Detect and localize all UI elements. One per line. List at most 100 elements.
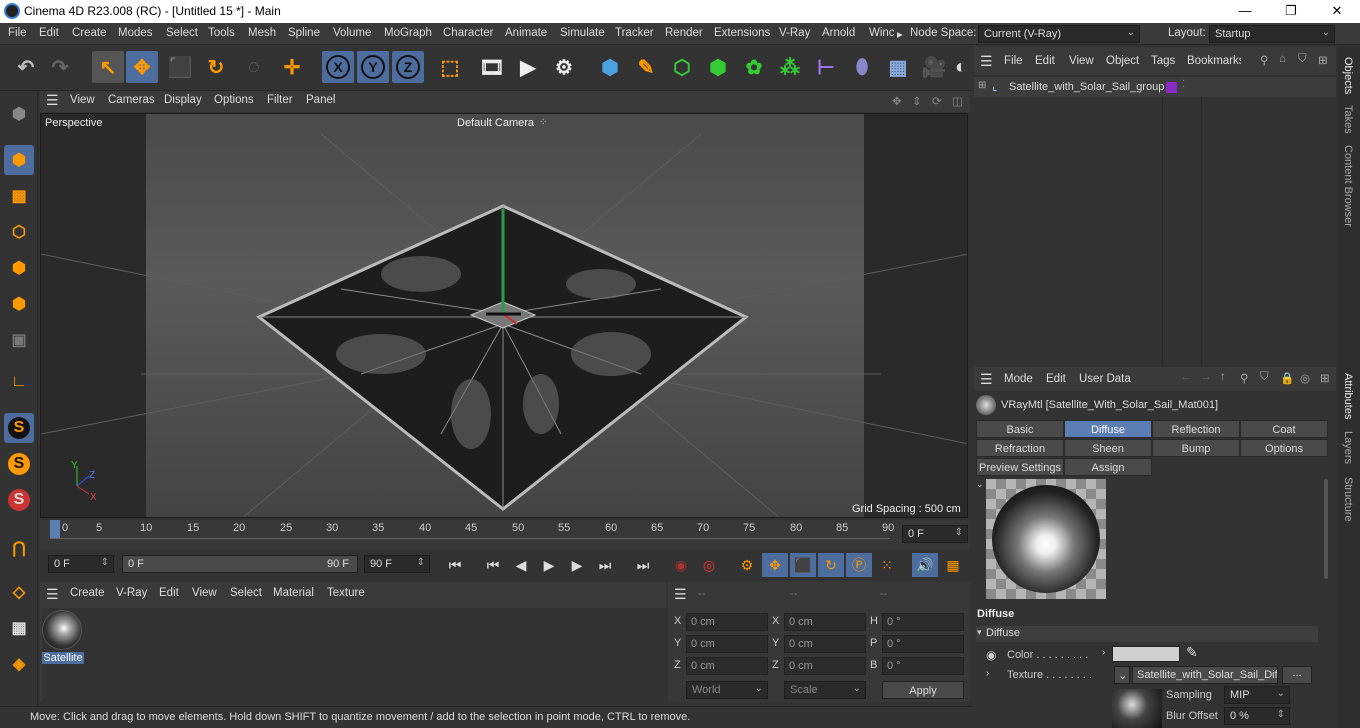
material-hamburger-icon[interactable]: ☰ (46, 586, 59, 603)
tab-objects[interactable]: Objects (1342, 57, 1354, 94)
objects-menu-object[interactable]: Object (1106, 55, 1139, 67)
back-arrow-icon[interactable]: ← (1180, 371, 1192, 383)
rotation-h-field[interactable]: 0 ° (882, 613, 964, 631)
record-keys-icon[interactable]: ◉ (668, 553, 694, 577)
menu-animate[interactable]: Animate (505, 27, 547, 39)
objects-hamburger-icon[interactable]: ☰ (980, 53, 993, 70)
tab-preview-settings[interactable]: Preview Settings (976, 458, 1064, 476)
next-key-icon[interactable]: ⏭ (592, 553, 618, 577)
light-icon[interactable]: ◐ (954, 51, 968, 83)
go-to-start-icon[interactable]: ⏮ (442, 553, 468, 577)
tab-options[interactable]: Options (1240, 439, 1328, 457)
viewport-maximize-icon[interactable]: ◫ (952, 94, 963, 108)
tab-bump[interactable]: Bump (1152, 439, 1240, 457)
transform-icon[interactable]: ✛ (276, 51, 308, 83)
menu-select[interactable]: Select (166, 27, 198, 39)
subsection-collapse-icon[interactable]: ▾ (977, 627, 982, 638)
viewport-pan-icon[interactable]: ✥ (892, 94, 902, 108)
objects-search-icon[interactable]: ⚲ (1260, 53, 1268, 67)
tab-structure[interactable]: Structure (1342, 477, 1354, 522)
objects-home-icon[interactable]: ⌂ (1279, 53, 1286, 65)
workplane-snap-icon[interactable]: S (4, 485, 34, 515)
record-pla-icon[interactable]: ⁙ (874, 553, 900, 577)
record-rotation-icon[interactable]: ↻ (818, 553, 844, 577)
menu-character[interactable]: Character (443, 27, 494, 39)
pen-spline-icon[interactable]: ✎ (630, 51, 662, 83)
current-frame-field[interactable]: 0 F ⇕ (902, 525, 968, 543)
previous-frame-icon[interactable]: ◀ (508, 553, 534, 577)
attributes-menu-mode[interactable]: Mode (1004, 373, 1033, 385)
blur-offset-field[interactable]: 0 % ⇕ (1224, 707, 1290, 725)
size-mode-dropdown[interactable]: Scale ⌄ (784, 681, 866, 699)
menu-create[interactable]: Create (72, 27, 107, 39)
viewport-menu-view[interactable]: View (70, 94, 95, 106)
y-axis-lock-icon[interactable]: Y (357, 51, 389, 83)
live-selection-icon[interactable]: ↖ (92, 51, 124, 83)
record-scale-icon[interactable]: ⬛ (790, 553, 816, 577)
material-menu-vray[interactable]: V-Ray (116, 587, 147, 599)
menu-tracker[interactable]: Tracker (615, 27, 654, 39)
viewport-menu-options[interactable]: Options (214, 94, 254, 106)
tab-refraction[interactable]: Refraction (976, 439, 1064, 457)
rotate-tool-icon[interactable]: ↻ (200, 51, 232, 83)
material-tag-icon[interactable] (1166, 82, 1177, 93)
tab-basic[interactable]: Basic (976, 420, 1064, 438)
color-expand-icon[interactable]: › (1102, 647, 1105, 658)
color-swatch[interactable] (1112, 646, 1180, 662)
scale-tool-icon[interactable]: ⬛ (164, 51, 196, 83)
size-z-field[interactable]: 0 cm (784, 657, 866, 675)
position-x-field[interactable]: 0 cm (686, 613, 768, 631)
menu-file[interactable]: File (8, 27, 27, 39)
record-parameter-icon[interactable]: Ⓟ (846, 553, 872, 577)
render-settings-icon[interactable]: ⚙ (548, 51, 580, 83)
edge-mode-icon[interactable]: ⬢ (4, 253, 34, 283)
menu-mograph[interactable]: MoGraph (384, 27, 432, 39)
objects-menu-file[interactable]: File (1004, 55, 1023, 67)
menu-tools[interactable]: Tools (208, 27, 235, 39)
make-editable-icon[interactable]: ⬢ (4, 99, 34, 129)
go-to-end-icon[interactable]: ⏭ (630, 553, 656, 577)
tab-reflection[interactable]: Reflection (1152, 420, 1240, 438)
magnet-icon[interactable]: ⋂ (4, 533, 34, 563)
texture-dropdown-button[interactable]: ⌄ (1114, 666, 1130, 684)
objects-menu-tags[interactable]: Tags (1151, 55, 1175, 67)
rotation-p-field[interactable]: 0 ° (882, 635, 964, 653)
sound-icon[interactable]: 🔊 (912, 553, 938, 577)
attributes-new-window-icon[interactable]: ⊞ (1320, 371, 1330, 385)
target-icon[interactable]: ◎ (1300, 371, 1310, 385)
viewport-menu-display[interactable]: Display (164, 94, 202, 106)
collapse-preview-icon[interactable]: ⌄ (976, 479, 984, 490)
start-frame-field[interactable]: 0 F ⇕ (48, 555, 114, 573)
previous-key-icon[interactable]: ⏮ (480, 553, 506, 577)
menu-more-arrow[interactable]: ▸ (897, 27, 903, 41)
layout-dropdown[interactable]: Startup ⌄ (1209, 25, 1335, 43)
expand-icon[interactable]: ⊞ (978, 80, 986, 91)
sampling-dropdown[interactable]: MIP ⌄ (1224, 686, 1290, 704)
floor-icon[interactable]: ▦ (882, 51, 914, 83)
coords-hamburger-icon[interactable]: ☰ (674, 586, 687, 603)
3d-viewport[interactable]: Y Z X Perspective Default Camera ⁘ Grid … (40, 113, 968, 518)
z-axis-lock-icon[interactable]: Z (392, 51, 424, 83)
autokey-icon[interactable]: ◎ (696, 553, 722, 577)
menu-volume[interactable]: Volume (333, 27, 371, 39)
attributes-hamburger-icon[interactable]: ☰ (980, 371, 993, 388)
frame-range-slider[interactable]: 0 F 90 F (122, 555, 358, 573)
material-menu-view[interactable]: View (192, 587, 217, 599)
menu-edit[interactable]: Edit (39, 27, 59, 39)
minimize-button[interactable]: — (1222, 0, 1268, 23)
attributes-menu-userdata[interactable]: User Data (1079, 373, 1131, 385)
play-icon[interactable]: ▶ (536, 553, 562, 577)
cube-primitive-icon[interactable]: ⬢ (594, 51, 626, 83)
end-frame-field[interactable]: 90 F ⇕ (364, 555, 430, 573)
render-picture-viewer-icon[interactable]: ▶ (512, 51, 544, 83)
menu-extensions[interactable]: Extensions (714, 27, 770, 39)
tab-attributes[interactable]: Attributes (1342, 373, 1354, 419)
camera-name[interactable]: Default Camera (457, 117, 534, 129)
menu-modes[interactable]: Modes (118, 27, 153, 39)
mograph-cloner-icon[interactable]: ✿ (738, 51, 770, 83)
visibility-dots-icon[interactable]: ⁚ (1182, 79, 1185, 90)
coord-mode-dropdown[interactable]: World ⌄ (686, 681, 768, 699)
snap-icon[interactable]: S (4, 413, 34, 443)
attributes-menu-edit[interactable]: Edit (1046, 373, 1066, 385)
viewport-rotate-icon[interactable]: ⟳ (932, 94, 942, 108)
